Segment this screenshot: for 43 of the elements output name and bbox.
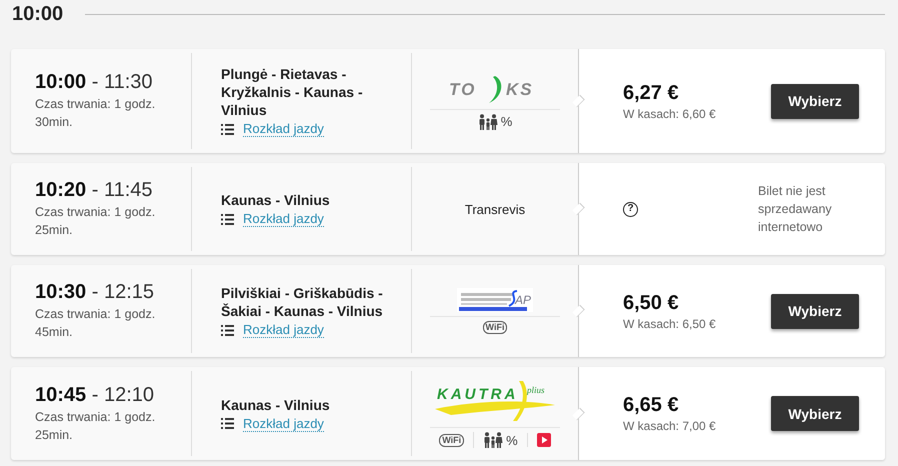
timetable-link[interactable]: Rozkład jazdy <box>243 121 324 137</box>
ticket-price: 6,65 € <box>623 394 680 417</box>
list-icon <box>221 324 234 336</box>
discount-label: % <box>506 432 518 448</box>
list-icon <box>221 214 234 224</box>
carrier-logo: AP <box>457 288 533 312</box>
timetable-link[interactable]: Rozkład jazdy <box>243 416 324 432</box>
box-office-price: W kasach: 6,50 € <box>623 316 717 330</box>
section-heading: 10:00 <box>11 2 64 26</box>
departure-arrival-time: 10:45 - 12:10 <box>35 384 156 406</box>
timetable-link[interactable]: Rozkład jazdy <box>243 322 324 338</box>
play-icon <box>536 433 551 447</box>
not-sold-online-note: Bilet nie jest sprzedawany internetowo <box>758 183 833 236</box>
route-text: Kaunas - Vilnius <box>221 396 331 414</box>
carrier-logo: TO KS <box>449 72 541 104</box>
family-icon <box>483 432 504 448</box>
departure-arrival-time: 10:00 - 11:30 <box>35 71 154 94</box>
ticket-price: 6,50 € <box>623 292 680 314</box>
route-text: Kaunas - Vilnius <box>221 191 331 209</box>
wifi-badge: WiFi <box>439 434 464 446</box>
box-office-price: W kasach: 7,00 € <box>623 419 717 433</box>
departure-arrival-time: 10:20 - 11:45 <box>35 179 154 202</box>
help-icon[interactable]: ? <box>623 202 638 216</box>
select-button[interactable]: Wybierz <box>771 294 859 328</box>
route-text: Plungė - Rietavas - Kryžkalnis - Kaunas - Vilnius <box>221 65 364 119</box>
timetable-link[interactable]: Rozkład jazdy <box>243 211 324 227</box>
duration-text: Czas trwania: 1 godz. 45min. <box>35 306 156 341</box>
ticket-price: 6,27 € <box>623 82 680 104</box>
departure-arrival-time: 10:30 - 12:15 <box>35 281 156 304</box>
duration-text: Czas trwania: 1 godz. 30min. <box>35 96 156 131</box>
family-icon <box>478 114 498 130</box>
select-button[interactable]: Wybierz <box>771 84 859 118</box>
route-text: Pilviškiai - Griškabūdis - Šakiai - Kaunas - Vilnius <box>221 284 384 320</box>
discount-label: % <box>500 114 512 129</box>
duration-text: Czas trwania: 1 godz. 25min. <box>35 408 156 444</box>
box-office-price: W kasach: 6,60 € <box>623 106 717 120</box>
wifi-badge: WiFi <box>482 321 508 334</box>
carrier-name: Transrevis <box>464 202 526 216</box>
carrier-logo: KAUTRA plius <box>433 379 557 423</box>
duration-text: Czas trwania: 1 godz. 25min. <box>35 204 156 239</box>
list-icon <box>221 418 234 429</box>
select-button[interactable]: Wybierz <box>771 396 859 431</box>
list-icon <box>221 124 234 134</box>
